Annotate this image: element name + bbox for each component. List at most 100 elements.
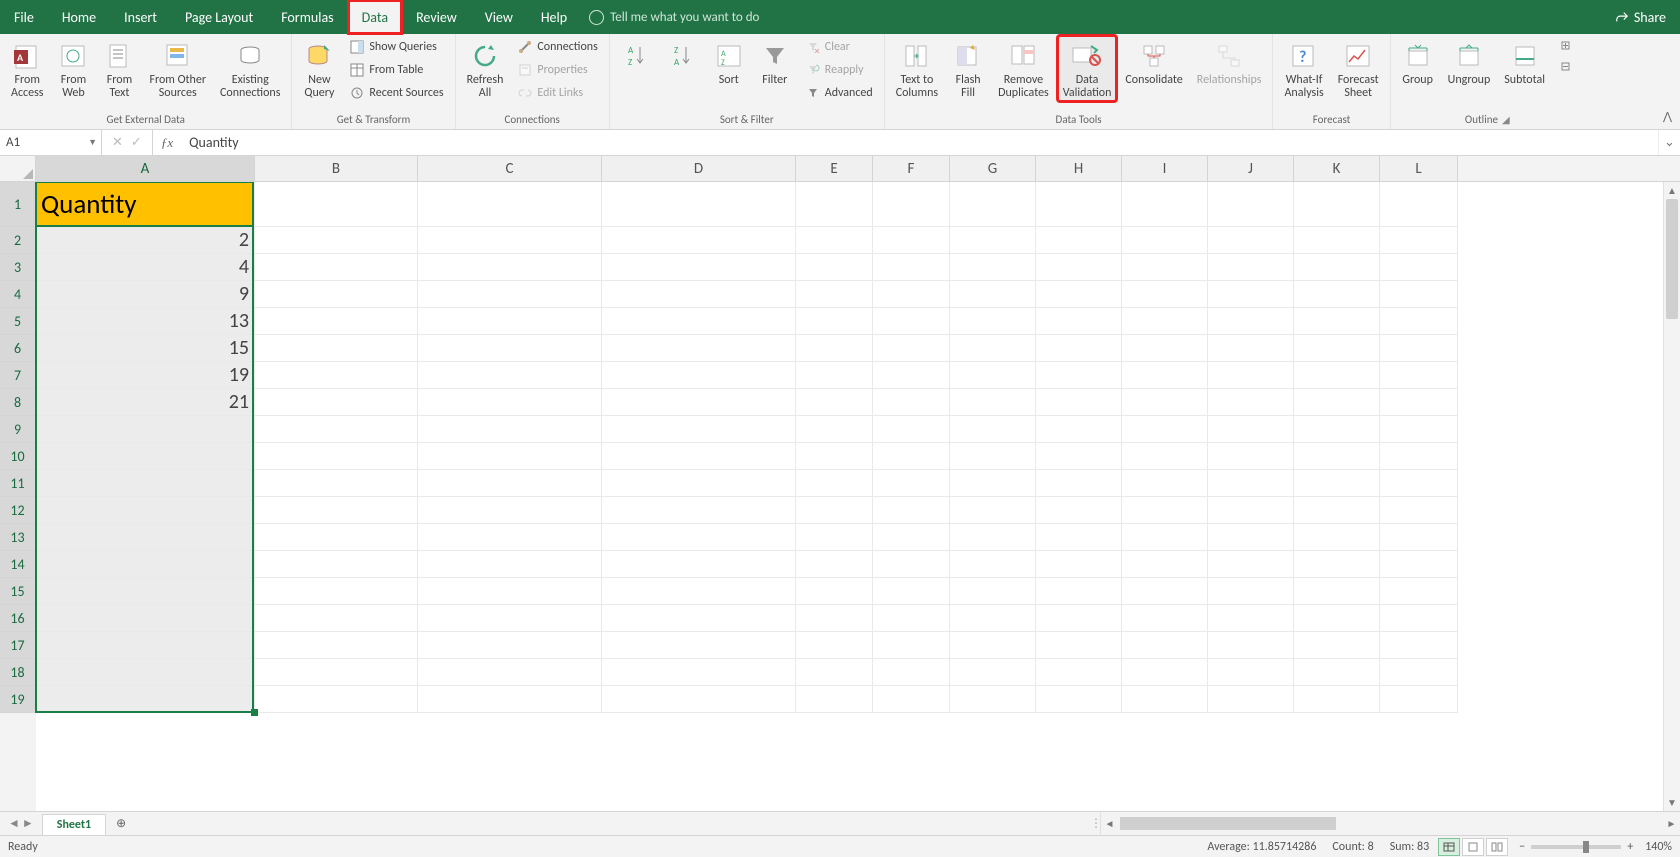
sheet-nav-prev[interactable]: ◄ (8, 816, 20, 831)
row-header-1[interactable]: 1 (0, 182, 36, 227)
cell-D4[interactable] (602, 281, 796, 308)
cell-A17[interactable] (36, 632, 255, 659)
cell-C15[interactable] (418, 578, 602, 605)
cell-G6[interactable] (950, 335, 1036, 362)
name-box[interactable]: A1▼ (0, 130, 102, 155)
cell-D8[interactable] (602, 389, 796, 416)
cell-H14[interactable] (1036, 551, 1122, 578)
fx-icon[interactable]: ƒx (153, 130, 181, 155)
reapply-button[interactable]: Reapply (800, 59, 878, 81)
cell-B14[interactable] (255, 551, 418, 578)
cell-G16[interactable] (950, 605, 1036, 632)
cell-C19[interactable] (418, 686, 602, 713)
ungroup-button[interactable]: Ungroup (1443, 36, 1496, 88)
column-header-J[interactable]: J (1208, 156, 1294, 181)
cell-A12[interactable] (36, 497, 255, 524)
cell-J19[interactable] (1208, 686, 1294, 713)
tab-split-handle[interactable]: ⋮ (1092, 812, 1100, 835)
column-header-F[interactable]: F (873, 156, 950, 181)
cell-D7[interactable] (602, 362, 796, 389)
cell-G12[interactable] (950, 497, 1036, 524)
scroll-down-button[interactable]: ▼ (1664, 794, 1680, 811)
cell-A15[interactable] (36, 578, 255, 605)
cell-B12[interactable] (255, 497, 418, 524)
cell-H9[interactable] (1036, 416, 1122, 443)
cell-B17[interactable] (255, 632, 418, 659)
cell-F17[interactable] (873, 632, 950, 659)
cell-J2[interactable] (1208, 227, 1294, 254)
sort-desc-button[interactable]: ZA (662, 36, 704, 73)
cell-A2[interactable]: 2 (36, 227, 255, 254)
cell-J4[interactable] (1208, 281, 1294, 308)
cell-B18[interactable] (255, 659, 418, 686)
cell-I7[interactable] (1122, 362, 1208, 389)
cell-K14[interactable] (1294, 551, 1380, 578)
zoom-out-button[interactable]: − (1519, 840, 1525, 854)
cell-C11[interactable] (418, 470, 602, 497)
cell-E19[interactable] (796, 686, 873, 713)
cell-J6[interactable] (1208, 335, 1294, 362)
cell-E5[interactable] (796, 308, 873, 335)
clear-filter-button[interactable]: Clear (800, 36, 878, 58)
cell-J3[interactable] (1208, 254, 1294, 281)
cell-G4[interactable] (950, 281, 1036, 308)
cancel-formula-button[interactable]: ✕ (112, 135, 123, 150)
advanced-filter-button[interactable]: Advanced (800, 82, 878, 104)
cell-H17[interactable] (1036, 632, 1122, 659)
cell-L15[interactable] (1380, 578, 1458, 605)
tab-help[interactable]: Help (527, 0, 581, 34)
cell-E16[interactable] (796, 605, 873, 632)
horizontal-scrollbar[interactable]: ◄ ► (1100, 812, 1680, 835)
cell-K6[interactable] (1294, 335, 1380, 362)
cell-A6[interactable]: 15 (36, 335, 255, 362)
cell-F12[interactable] (873, 497, 950, 524)
cell-A18[interactable] (36, 659, 255, 686)
cell-L11[interactable] (1380, 470, 1458, 497)
cell-E7[interactable] (796, 362, 873, 389)
cell-A9[interactable] (36, 416, 255, 443)
cell-D1[interactable] (602, 182, 796, 227)
connections-button[interactable]: Connections (512, 36, 602, 58)
properties-button[interactable]: Properties (512, 59, 602, 81)
cell-H13[interactable] (1036, 524, 1122, 551)
consolidate-button[interactable]: Consolidate (1120, 36, 1187, 88)
cell-D9[interactable] (602, 416, 796, 443)
cell-J12[interactable] (1208, 497, 1294, 524)
cell-L13[interactable] (1380, 524, 1458, 551)
cell-C7[interactable] (418, 362, 602, 389)
cell-C17[interactable] (418, 632, 602, 659)
cell-K16[interactable] (1294, 605, 1380, 632)
cell-F5[interactable] (873, 308, 950, 335)
cell-C14[interactable] (418, 551, 602, 578)
cell-H3[interactable] (1036, 254, 1122, 281)
row-header-15[interactable]: 15 (0, 578, 36, 605)
enter-formula-button[interactable]: ✓ (131, 135, 142, 150)
cell-L12[interactable] (1380, 497, 1458, 524)
cell-E10[interactable] (796, 443, 873, 470)
row-header-10[interactable]: 10 (0, 443, 36, 470)
cell-F11[interactable] (873, 470, 950, 497)
cell-C9[interactable] (418, 416, 602, 443)
cell-C5[interactable] (418, 308, 602, 335)
recent-sources-button[interactable]: Recent Sources (344, 82, 448, 104)
cell-F18[interactable] (873, 659, 950, 686)
tell-me[interactable]: Tell me what you want to do (589, 0, 759, 34)
sheet-nav-next[interactable]: ► (22, 816, 34, 831)
cell-E3[interactable] (796, 254, 873, 281)
cell-A3[interactable]: 4 (36, 254, 255, 281)
cell-I13[interactable] (1122, 524, 1208, 551)
cell-F7[interactable] (873, 362, 950, 389)
existing-connections-button[interactable]: Existing Connections (215, 36, 285, 101)
from-text-button[interactable]: From Text (98, 36, 140, 101)
cell-I5[interactable] (1122, 308, 1208, 335)
cell-E12[interactable] (796, 497, 873, 524)
cell-K19[interactable] (1294, 686, 1380, 713)
cell-L4[interactable] (1380, 281, 1458, 308)
cell-B16[interactable] (255, 605, 418, 632)
hide-detail-button[interactable] (1558, 57, 1578, 77)
expand-formula-bar-button[interactable]: ⌄ (1658, 130, 1680, 155)
row-header-7[interactable]: 7 (0, 362, 36, 389)
cell-C12[interactable] (418, 497, 602, 524)
cell-J1[interactable] (1208, 182, 1294, 227)
cell-K7[interactable] (1294, 362, 1380, 389)
